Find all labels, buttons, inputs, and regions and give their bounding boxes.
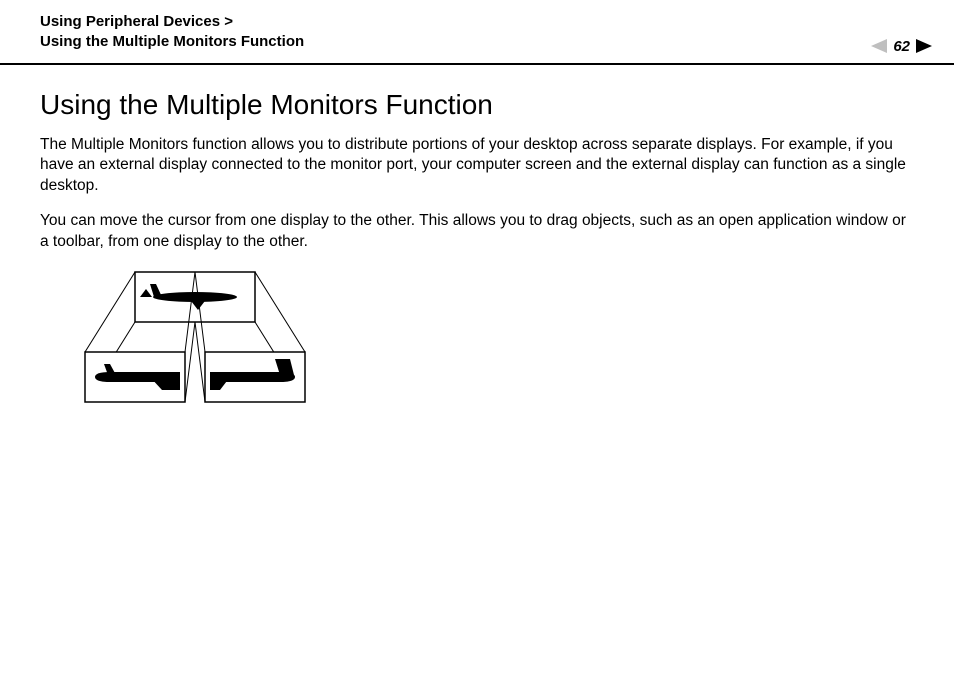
- page-number: 62: [893, 38, 910, 55]
- breadcrumb-line-2: Using the Multiple Monitors Function: [40, 32, 914, 52]
- multiple-monitors-diagram: [80, 267, 914, 422]
- page-navigation: 62: [871, 38, 932, 55]
- page-title: Using the Multiple Monitors Function: [40, 89, 914, 121]
- next-page-icon: [916, 39, 932, 53]
- paragraph-1: The Multiple Monitors function allows yo…: [40, 135, 914, 198]
- next-page-button[interactable]: [916, 39, 932, 53]
- prev-page-icon: [871, 39, 887, 53]
- page-content: Using the Multiple Monitors Function The…: [0, 65, 954, 423]
- prev-page-button[interactable]: [871, 39, 887, 53]
- breadcrumb: Using Peripheral Devices > Using the Mul…: [40, 12, 914, 53]
- page-header: Using Peripheral Devices > Using the Mul…: [0, 0, 954, 65]
- breadcrumb-line-1: Using Peripheral Devices >: [40, 12, 914, 32]
- paragraph-2: You can move the cursor from one display…: [40, 211, 914, 253]
